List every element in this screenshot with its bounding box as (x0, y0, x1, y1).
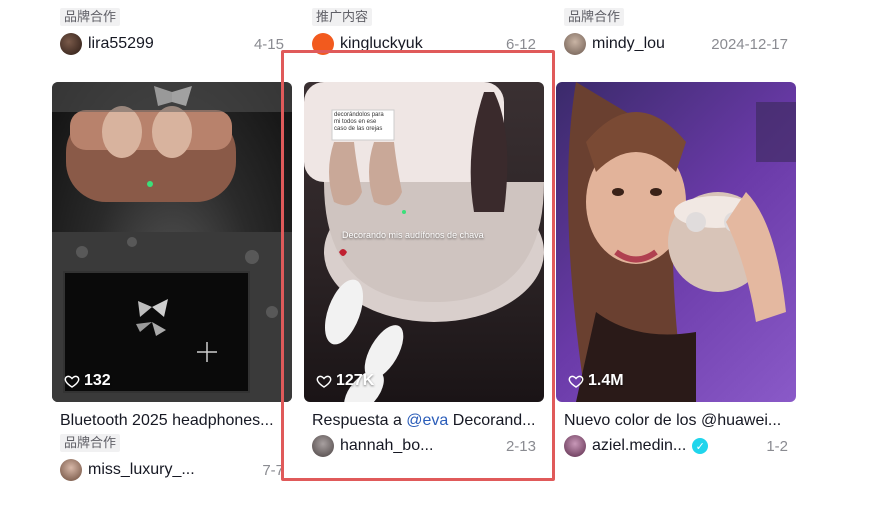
like-count-value: 127K (336, 372, 375, 389)
video-thumbnail[interactable]: 1.4M (556, 82, 796, 402)
avatar[interactable] (564, 435, 586, 457)
avatar[interactable] (564, 33, 586, 55)
like-count: 1.4M (568, 372, 624, 390)
overlay-caption: Decorando mis audífonos de chava (342, 230, 484, 240)
username[interactable]: lira55299 (88, 35, 246, 53)
username[interactable]: miss_luxury_... (88, 461, 254, 479)
post-date: 6-12 (505, 35, 536, 53)
video-title[interactable]: Nuevo color de los @huawei... (564, 410, 792, 432)
avatar[interactable] (312, 435, 334, 457)
post-date: 4-15 (253, 35, 284, 53)
username[interactable]: kingluckyuk (340, 35, 498, 53)
author-row[interactable]: lira55299 4-15 (60, 32, 284, 56)
mention-link[interactable]: @eva (406, 412, 448, 429)
post-date: 7-7 (262, 461, 284, 479)
like-count-value: 132 (84, 372, 111, 389)
author-row[interactable]: kingluckyuk 6-12 (312, 32, 536, 56)
like-count: 127K (316, 372, 374, 390)
avatar[interactable] (60, 459, 82, 481)
avatar[interactable] (312, 33, 334, 55)
video-thumbnail[interactable]: 132 (52, 82, 292, 402)
promo-tag: 品牌合作 (60, 434, 121, 452)
heart-icon (316, 375, 332, 388)
title-prefix: Respuesta a (312, 412, 407, 429)
heart-icon (568, 375, 584, 388)
author-row[interactable]: miss_luxury_... 7-7 (60, 458, 284, 482)
person-with-earbuds-image (568, 82, 796, 402)
verified-badge-icon: ✓ (692, 438, 709, 454)
username[interactable]: mindy_lou (592, 35, 703, 53)
author-row[interactable]: aziel.medin... ✓ 1-2 (564, 434, 788, 458)
author-row[interactable]: mindy_lou 2024-12-17 (564, 32, 788, 56)
promo-tag: 品牌合作 (564, 8, 625, 26)
post-date: 2024-12-17 (711, 35, 788, 53)
video-title[interactable]: Bluetooth 2025 headphones... (60, 410, 288, 432)
heart-icon (64, 375, 80, 388)
author-row[interactable]: hannah_bo... 2-13 (312, 434, 536, 458)
video-thumbnail[interactable]: decorándolos para mi todos en ese caso d… (304, 82, 544, 402)
video-title[interactable]: Respuesta a @eva Decorand... (312, 410, 540, 432)
overlay-note: decorándolos para mi todos en ese caso d… (334, 112, 384, 132)
username[interactable]: hannah_bo... (340, 437, 498, 455)
promo-tag: 推广内容 (312, 8, 373, 26)
title-suffix: Decorand... (448, 412, 536, 429)
username[interactable]: aziel.medin... (592, 437, 686, 455)
like-count: 132 (64, 372, 111, 390)
post-date: 2-13 (505, 437, 536, 455)
promo-tag: 品牌合作 (60, 8, 121, 26)
earbuds-product-image (52, 82, 292, 402)
post-date: 1-2 (766, 437, 788, 455)
avatar[interactable] (60, 33, 82, 55)
like-count-value: 1.4M (588, 372, 624, 389)
